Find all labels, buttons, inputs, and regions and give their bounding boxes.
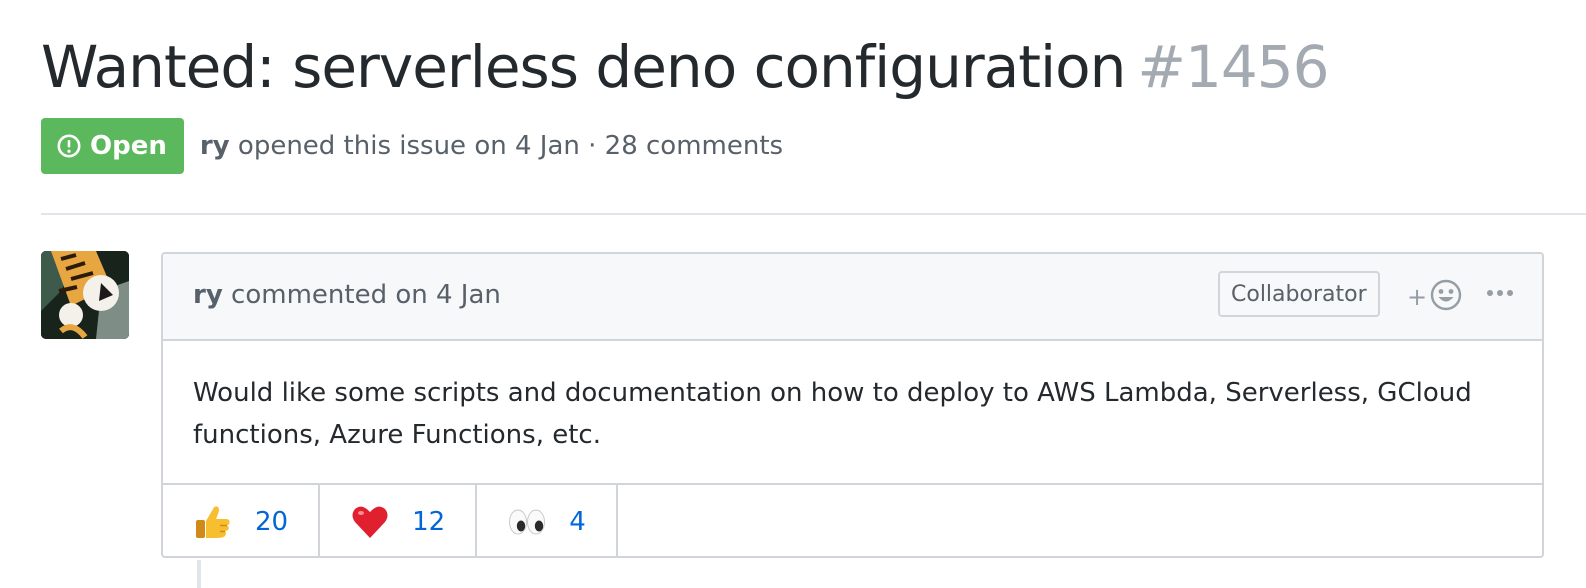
reaction-eyes[interactable]: 4 [477,485,618,558]
reaction-thumbs-up[interactable]: 20 [163,485,321,558]
comment-author-link[interactable]: ry [193,280,223,310]
timeline-line [197,560,201,588]
add-reaction-button[interactable]: + [1407,279,1463,315]
issue-opened-icon [57,134,81,158]
more-options-button[interactable] [1487,290,1513,296]
issue-state-badge: Open [41,118,184,174]
issue-author-link[interactable]: ry [200,131,230,161]
comment-body: Would like some scripts and documentatio… [193,378,1472,450]
collaborator-badge: Collaborator [1218,271,1380,317]
issue-state-label: Open [90,131,167,161]
issue-meta: Open ry opened this issue on 4 Jan · 28 … [41,118,783,174]
avatar[interactable] [41,251,129,339]
comment-header: ry commented on 4 Jan Collaborator + [163,254,1542,341]
more-dot [1497,290,1503,296]
issue-title: Wanted: serverless deno configuration [41,33,1126,101]
issue-number: #1456 [1137,33,1329,101]
issue-title-row: Wanted: serverless deno configuration #14… [41,33,1330,101]
comment-box: ry commented on 4 Jan Collaborator + Wou… [161,252,1544,558]
more-dot [1487,290,1493,296]
plus-label: + [1407,283,1428,311]
issue-meta-suffix: opened this issue on 4 Jan · 28 comments [237,131,784,161]
comment-header-text: ry commented on 4 Jan [193,280,501,310]
reaction-count: 4 [569,506,586,537]
issue-meta-text: ry opened this issue on 4 Jan · 28 comme… [200,131,783,161]
reaction-count: 20 [255,506,289,537]
smiley-icon [1430,279,1462,315]
heart-icon [350,502,390,542]
comment-timestamp[interactable]: commented on 4 Jan [231,280,501,310]
eyes-icon [507,502,547,542]
header-divider [41,213,1586,215]
reaction-heart[interactable]: 12 [320,485,478,558]
reactions-bar: 20 12 4 [163,483,1542,558]
reaction-count: 12 [412,506,446,537]
more-dot [1507,290,1513,296]
thumbs-up-icon [193,502,233,542]
